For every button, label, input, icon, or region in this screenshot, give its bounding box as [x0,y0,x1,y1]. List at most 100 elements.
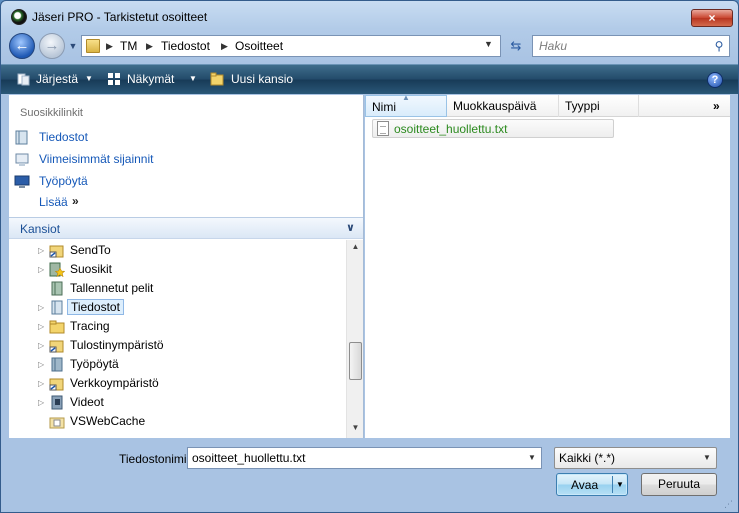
refresh-icon[interactable]: ⇆ [505,37,527,55]
folder-icon [49,320,65,334]
folders-header[interactable]: Kansiot ∨ [9,217,363,239]
tree-item-tallennetut-pelit[interactable]: Tallennetut pelit [9,279,346,298]
cancel-button[interactable]: Peruuta [641,473,717,496]
tree-item-tiedostot[interactable]: ▷ Tiedostot [9,298,346,317]
scroll-thumb[interactable] [349,342,362,380]
tree-item-sendto[interactable]: ▷ SendTo [9,241,346,260]
address-bar[interactable]: ▶ TM ▶ Tiedostot ▶ Osoitteet ▼ [81,35,501,57]
folder-tree-scrollbar[interactable]: ▲ ▼ [346,240,363,438]
expand-arrow-icon[interactable]: ▷ [38,303,44,312]
expand-arrow-icon[interactable]: ▷ [38,246,44,255]
shortcut-folder-icon [49,340,64,353]
tree-item-label: Videot [70,395,104,409]
scroll-down-icon[interactable]: ▼ [349,423,362,435]
expand-arrow-icon[interactable]: ▷ [38,265,44,274]
sort-ascending-icon: ▲ [402,93,410,102]
tree-item-suosikit[interactable]: ▷ Suosikit [9,260,346,279]
tree-item-label: SendTo [70,243,111,257]
column-header-type[interactable]: Tyyppi [559,95,639,117]
open-file-dialog: Jäseri PRO - Tarkistetut osoitteet × ← →… [0,0,739,513]
organize-icon [17,73,30,86]
file-type-dropdown-icon[interactable]: ▼ [703,453,711,462]
expand-arrow-icon[interactable]: ▷ [38,322,44,331]
expand-arrow-icon[interactable]: ▷ [38,379,44,388]
favorite-label: Työpöytä [39,174,88,188]
folder-tree: ▷ SendTo ▷ Suosikit Tallennetut pelit ▷ … [9,240,346,438]
favorites-folder-icon [49,262,65,277]
scroll-up-icon[interactable]: ▲ [349,242,362,254]
organize-button[interactable]: Järjestä [36,72,78,86]
breadcrumb-arrow-icon[interactable]: ▶ [106,39,113,53]
chevron-down-icon[interactable]: ∨ [346,221,355,234]
tree-item-tulostinymparisto[interactable]: ▷ Tulostinympäristö [9,336,346,355]
tree-item-tyopoyta[interactable]: ▷ Työpöytä [9,355,346,374]
filename-value: osoitteet_huollettu.txt [192,451,306,465]
close-button[interactable]: × [691,9,733,27]
more-arrows-icon[interactable]: » [72,194,79,208]
file-type-select[interactable]: Kaikki (*.*) ▼ [554,447,717,469]
help-icon[interactable]: ? [707,72,723,88]
tree-item-videot[interactable]: ▷ Videot [9,393,346,412]
expand-arrow-icon[interactable]: ▷ [38,360,44,369]
desktop-folder-icon [51,357,63,372]
favorite-label: Viimeisimmät sijainnit [39,152,154,166]
back-button[interactable]: ← [9,33,35,59]
tree-item-label: Tulostinympäristö [70,338,164,352]
column-header-label: Nimi [372,100,396,114]
app-icon [11,9,27,25]
tree-item-vswebcache[interactable]: VSWebCache [9,412,346,431]
views-caret-icon[interactable]: ▼ [189,74,197,83]
resize-grip-icon[interactable]: ⋰ [724,498,736,510]
column-header-label: Tyyppi [565,99,600,113]
expand-arrow-icon[interactable]: ▷ [38,398,44,407]
breadcrumb-tiedostot[interactable]: Tiedostot [161,39,210,53]
new-folder-icon [210,72,224,86]
search-placeholder: Haku [539,39,568,53]
breadcrumb-arrow-icon[interactable]: ▶ [221,39,228,53]
address-dropdown-icon[interactable]: ▼ [484,39,493,49]
tree-item-verkkoymparisto[interactable]: ▷ Verkkoympäristö [9,374,346,393]
file-list: ▲ Nimi Muokkauspäivä Tyyppi » osoitteet_… [365,93,730,438]
column-header-label: Muokkauspäivä [453,99,537,113]
breadcrumb-osoitteet[interactable]: Osoitteet [235,39,283,53]
open-button-divider [612,476,613,493]
folder-icon [86,39,100,53]
tree-item-label: Tiedostot [67,299,124,315]
organize-caret-icon[interactable]: ▼ [85,74,93,83]
navigation-pane: Suosikkilinkit Tiedostot Viimeisimmät si… [9,95,364,438]
tree-item-label: Tallennetut pelit [70,281,154,295]
views-icon [108,73,120,85]
history-dropdown-icon[interactable]: ▼ [67,40,79,52]
forward-button[interactable]: → [39,33,65,59]
tree-item-label: Työpöytä [70,357,119,371]
more-columns-icon[interactable]: » [713,99,720,113]
filename-label: Tiedostonimi: [119,452,190,466]
folders-title: Kansiot [20,222,61,236]
new-folder-button[interactable]: Uusi kansio [231,72,293,86]
file-type-value: Kaikki (*.*) [559,451,616,465]
favorite-label: Tiedostot [39,130,88,144]
tree-item-label: Verkkoympäristö [70,376,159,390]
documents-icon [51,300,63,315]
favorites-header: Suosikkilinkit [20,107,83,119]
views-button[interactable]: Näkymät [127,72,174,86]
expand-arrow-icon[interactable]: ▷ [38,341,44,350]
file-item[interactable]: osoitteet_huollettu.txt [372,119,614,138]
more-links[interactable]: Lisää [39,195,68,209]
search-icon[interactable]: ⚲ [711,38,727,54]
window-title: Jäseri PRO - Tarkistetut osoitteet [32,10,208,24]
open-button[interactable]: Avaa ▼ [556,473,628,496]
filename-dropdown-icon[interactable]: ▼ [528,453,536,462]
videos-folder-icon [51,395,63,410]
breadcrumb-tm[interactable]: TM [120,39,137,53]
search-input[interactable]: Haku ⚲ [532,35,730,57]
documents-icon [15,130,28,145]
column-header-name[interactable]: ▲ Nimi [365,93,447,117]
tree-item-tracing[interactable]: ▷ Tracing [9,317,346,336]
column-header-date[interactable]: Muokkauspäivä [447,95,559,117]
open-options-dropdown-icon[interactable]: ▼ [616,480,624,489]
filename-field[interactable]: osoitteet_huollettu.txt ▼ [187,447,542,469]
open-button-label: Avaa [571,478,599,492]
breadcrumb-arrow-icon[interactable]: ▶ [146,39,153,53]
title-bar: Jäseri PRO - Tarkistetut osoitteet × [1,1,738,31]
